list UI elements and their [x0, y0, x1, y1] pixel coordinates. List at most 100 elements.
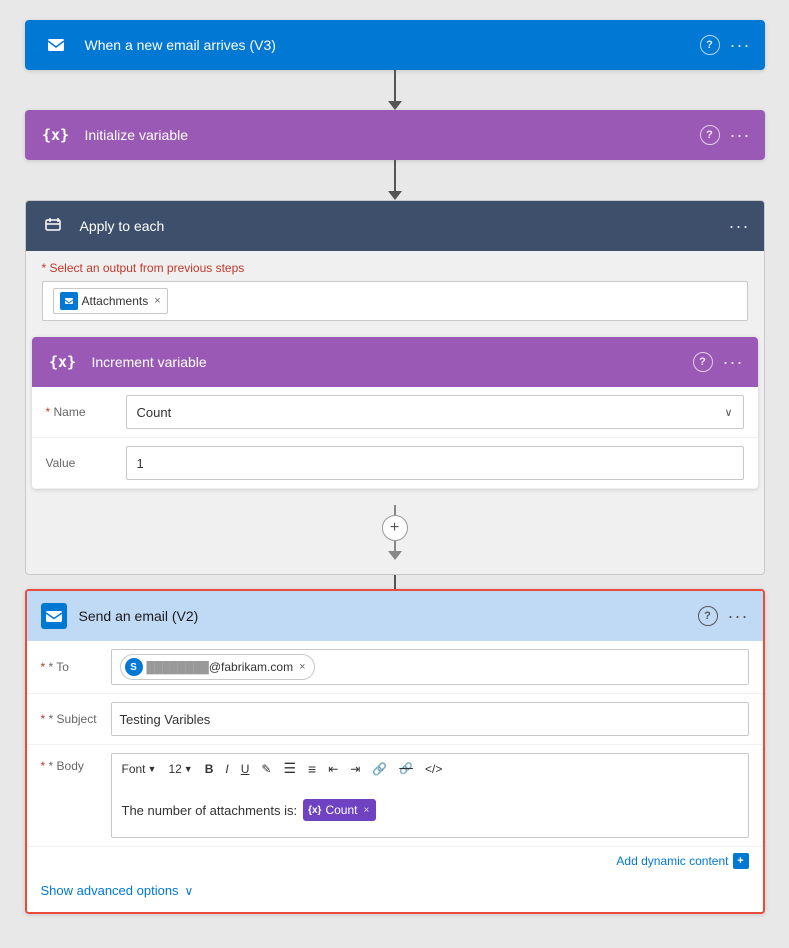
- connector-arrow-1: [388, 101, 402, 110]
- add-dynamic-content-button[interactable]: Add dynamic content +: [616, 853, 748, 869]
- connector-1: [388, 70, 402, 110]
- unordered-list-button[interactable]: ☰: [279, 758, 300, 779]
- inner-line-bottom: [394, 541, 396, 551]
- link-button[interactable]: 🔗: [368, 760, 391, 778]
- align-left-icon: ⇤: [328, 762, 338, 776]
- font-size-selector[interactable]: 12 ▼: [164, 760, 196, 778]
- recipient-tag: S ████████@fabrikam.com ×: [120, 654, 315, 680]
- increment-value-input[interactable]: 1: [126, 446, 744, 480]
- variable-tag-remove[interactable]: ×: [363, 805, 369, 816]
- inner-line-top: [394, 505, 396, 515]
- attachments-tag-label: Attachments: [82, 294, 149, 308]
- link-icon: 🔗: [372, 762, 387, 776]
- attachments-tag-remove[interactable]: ×: [154, 295, 160, 307]
- pen-button[interactable]: ✎: [257, 760, 275, 778]
- send-email-icon: [41, 603, 67, 629]
- variable-tag-icon: {x}: [308, 805, 321, 816]
- subject-row: * Subject Testing Varibles: [27, 694, 763, 745]
- apply-each-title: Apply to each: [80, 218, 717, 234]
- body-toolbar: Font ▼ 12 ▼ B I: [111, 753, 749, 783]
- pen-icon: ✎: [261, 762, 271, 776]
- apply-each-header: Apply to each ···: [26, 201, 764, 251]
- to-row: * To S ████████@fabrikam.com ×: [27, 641, 763, 694]
- trigger-help-icon[interactable]: ?: [700, 35, 720, 55]
- chevron-down-icon: ∨: [185, 884, 194, 898]
- initialize-more-icon[interactable]: ···: [730, 125, 751, 146]
- attachments-tag-icon: [60, 292, 78, 310]
- font-size-dropdown-icon: ▼: [184, 764, 193, 774]
- increment-more-icon[interactable]: ···: [723, 352, 744, 373]
- send-email-title: Send an email (V2): [79, 608, 686, 624]
- font-dropdown-icon: ▼: [148, 764, 157, 774]
- body-editor: Font ▼ 12 ▼ B I: [111, 753, 749, 838]
- inner-arrow: [388, 551, 402, 560]
- select-output-input[interactable]: Attachments ×: [42, 281, 748, 321]
- align-left-button[interactable]: ⇤: [324, 760, 342, 778]
- send-email-step: Send an email (V2) ? ··· * To S ████████…: [25, 589, 765, 914]
- initialize-step: {x} Initialize variable ? ···: [25, 110, 765, 160]
- code-button[interactable]: </>: [421, 760, 446, 778]
- subject-input[interactable]: Testing Varibles: [111, 702, 749, 736]
- send-email-actions: ? ···: [698, 606, 749, 627]
- ul-icon: ☰: [283, 760, 296, 777]
- send-email-body: * To S ████████@fabrikam.com × * Subject: [27, 641, 763, 912]
- ordered-list-button[interactable]: ≡: [304, 759, 320, 779]
- recipient-remove-icon[interactable]: ×: [299, 661, 305, 673]
- dynamic-plus-icon: +: [733, 853, 749, 869]
- body-row: * Body Font ▼ 12 ▼ B: [27, 745, 763, 847]
- connector-2: [388, 160, 402, 200]
- body-editor-area[interactable]: The number of attachments is: {x} Count …: [111, 783, 749, 838]
- initialize-header: {x} Initialize variable ? ···: [25, 110, 765, 160]
- to-label: * To: [41, 660, 111, 674]
- select-output-area: * Select an output from previous steps A…: [26, 251, 764, 327]
- trigger-more-icon[interactable]: ···: [730, 35, 751, 56]
- variable-tag-label: Count: [325, 803, 357, 817]
- increment-actions: ? ···: [693, 352, 744, 373]
- recipient-avatar: S: [125, 658, 143, 676]
- to-input[interactable]: S ████████@fabrikam.com ×: [111, 649, 749, 685]
- increment-icon: {x}: [46, 345, 80, 379]
- increment-help-icon[interactable]: ?: [693, 352, 713, 372]
- attachments-tag: Attachments ×: [53, 288, 168, 314]
- recipient-email: ████████@fabrikam.com: [147, 660, 294, 674]
- select-output-label: * Select an output from previous steps: [42, 261, 748, 275]
- trigger-header: When a new email arrives (V3) ? ···: [25, 20, 765, 70]
- ol-icon: ≡: [308, 761, 316, 777]
- apply-each-actions: ···: [729, 216, 750, 237]
- increment-value-row: Value 1: [32, 438, 758, 489]
- send-email-more-icon[interactable]: ···: [728, 606, 749, 627]
- inner-connector-area: +: [26, 499, 764, 564]
- align-right-button[interactable]: ⇥: [346, 760, 364, 778]
- align-right-icon: ⇥: [350, 762, 360, 776]
- increment-name-input[interactable]: Count ∨: [126, 395, 744, 429]
- font-selector[interactable]: Font ▼: [118, 760, 161, 778]
- body-text-content: The number of attachments is:: [122, 803, 298, 818]
- initialize-icon: {x}: [39, 118, 73, 152]
- dynamic-content-row: Add dynamic content +: [27, 847, 763, 873]
- underline-button[interactable]: U: [237, 760, 254, 778]
- trigger-icon: [39, 28, 73, 62]
- show-advanced-options[interactable]: Show advanced options ∨: [27, 873, 763, 912]
- connector-line-1: [394, 70, 396, 101]
- unlink-icon: 🔗: [399, 762, 413, 775]
- count-variable-tag: {x} Count ×: [303, 799, 376, 821]
- initialize-help-icon[interactable]: ?: [700, 125, 720, 145]
- italic-button[interactable]: I: [221, 760, 232, 778]
- increment-name-row: Name Count ∨: [32, 387, 758, 438]
- increment-step: {x} Increment variable ? ··· Name Count …: [32, 337, 758, 489]
- body-label: * Body: [41, 753, 111, 773]
- send-email-header: Send an email (V2) ? ···: [27, 591, 763, 641]
- add-inner-step-button[interactable]: +: [382, 515, 408, 541]
- initialize-title: Initialize variable: [85, 127, 688, 143]
- bold-button[interactable]: B: [201, 760, 218, 778]
- trigger-step: When a new email arrives (V3) ? ···: [25, 20, 765, 70]
- send-email-help-icon[interactable]: ?: [698, 606, 718, 626]
- connector-arrow-2: [388, 191, 402, 200]
- apply-each-icon: [40, 212, 68, 240]
- trigger-actions: ? ···: [700, 35, 751, 56]
- increment-title: Increment variable: [92, 354, 681, 370]
- apply-each-container: Apply to each ··· * Select an output fro…: [25, 200, 765, 575]
- unlink-button[interactable]: 🔗: [395, 760, 417, 777]
- apply-each-more-icon[interactable]: ···: [729, 216, 750, 237]
- subject-label: * Subject: [41, 712, 111, 726]
